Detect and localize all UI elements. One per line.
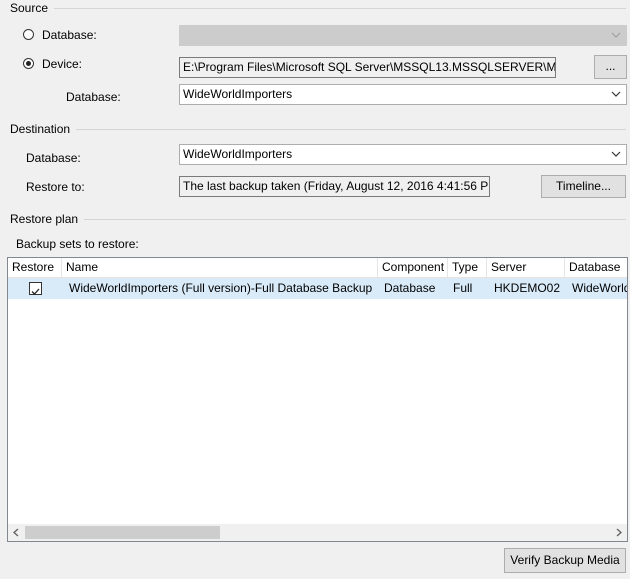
destination-database-label: Database: xyxy=(26,151,81,165)
row-component-cell: Database xyxy=(384,281,436,295)
horizontal-scrollbar[interactable] xyxy=(8,524,627,541)
restore-database-general-page: Source Database: Device: E:\Program File… xyxy=(0,0,630,579)
source-section-title: Source xyxy=(10,1,55,15)
checkmark-icon xyxy=(31,288,40,295)
row-type-cell: Full xyxy=(453,281,473,295)
device-source-radio[interactable] xyxy=(23,58,34,69)
row-server-cell: HKDEMO02 xyxy=(494,281,561,295)
restore-plan-section-title: Restore plan xyxy=(10,212,85,226)
column-header-name[interactable]: Name xyxy=(62,258,378,277)
scroll-right-icon[interactable] xyxy=(610,524,627,541)
column-header-server[interactable]: Server xyxy=(487,258,565,277)
chevron-down-icon xyxy=(611,91,621,97)
source-database-label: Database: xyxy=(66,90,121,104)
source-database-combo[interactable]: WideWorldImporters xyxy=(179,84,627,105)
database-source-combo xyxy=(179,25,627,46)
restore-plan-divider xyxy=(10,219,626,220)
row-database-cell: WideWorldImporters xyxy=(572,281,628,295)
browse-device-button[interactable]: ... xyxy=(594,55,627,79)
destination-database-value: WideWorldImporters xyxy=(183,147,293,161)
source-database-value: WideWorldImporters xyxy=(183,87,293,101)
row-name-cell: WideWorldImporters (Full version)-Full D… xyxy=(69,281,373,295)
column-header-type[interactable]: Type xyxy=(448,258,487,277)
destination-divider xyxy=(10,129,626,130)
database-source-radio[interactable] xyxy=(23,29,34,40)
scrollbar-thumb[interactable] xyxy=(25,526,220,539)
grid-header: Restore Name Component Type Server Datab… xyxy=(8,258,627,278)
table-row[interactable]: WideWorldImporters (Full version)-Full D… xyxy=(8,278,627,299)
device-source-radio-label[interactable]: Device: xyxy=(42,57,82,71)
destination-section-title: Destination xyxy=(10,122,77,136)
verify-backup-media-button[interactable]: Verify Backup Media xyxy=(504,548,626,573)
radio-selected-dot xyxy=(26,61,31,66)
column-header-component[interactable]: Component xyxy=(378,258,448,277)
chevron-down-icon xyxy=(611,32,621,38)
source-divider xyxy=(10,8,626,9)
database-source-radio-label[interactable]: Database: xyxy=(42,28,97,42)
column-header-database[interactable]: Database xyxy=(565,258,627,277)
column-header-restore[interactable]: Restore xyxy=(8,258,62,277)
restore-checkbox[interactable] xyxy=(29,282,42,295)
backup-sets-label: Backup sets to restore: xyxy=(16,237,139,251)
chevron-down-icon xyxy=(611,151,621,157)
restore-to-label: Restore to: xyxy=(26,180,85,194)
destination-database-combo[interactable]: WideWorldImporters xyxy=(179,144,627,165)
restore-to-field[interactable]: The last backup taken (Friday, August 12… xyxy=(179,176,490,197)
scroll-left-icon[interactable] xyxy=(8,524,25,541)
device-path-field[interactable]: E:\Program Files\Microsoft SQL Server\MS… xyxy=(179,57,556,78)
backup-sets-grid[interactable]: Restore Name Component Type Server Datab… xyxy=(7,257,628,542)
timeline-button[interactable]: Timeline... xyxy=(541,175,626,198)
restore-cell[interactable] xyxy=(8,278,62,299)
